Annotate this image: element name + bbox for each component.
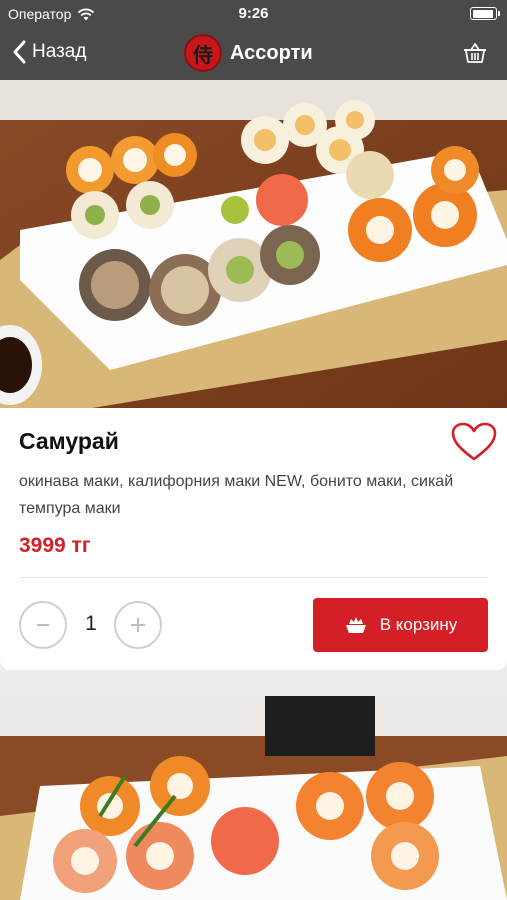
product-price: 3999 тг	[19, 534, 91, 557]
minus-icon	[37, 624, 49, 626]
basket-icon	[464, 43, 486, 63]
heart-icon	[451, 422, 497, 461]
add-to-cart-label: В корзину	[379, 615, 458, 634]
battery-icon	[470, 7, 500, 20]
back-chevron-icon	[13, 40, 26, 64]
page-title: Ассорти	[230, 41, 313, 64]
quantity-value: 1	[85, 612, 97, 635]
logo-glyph: 侍	[193, 42, 213, 67]
nav-title-group: 侍 Ассорти	[184, 34, 313, 72]
divider	[19, 577, 488, 578]
favorite-button[interactable]	[451, 422, 497, 467]
product-card: Самурай окинава маки, калифорния маки NE…	[0, 408, 507, 670]
back-label: Назад	[32, 41, 87, 62]
next-product-photo	[0, 696, 507, 900]
add-to-cart-button[interactable]: В корзину	[313, 598, 488, 652]
decrease-quantity-button[interactable]	[19, 601, 67, 649]
product-description: окинава маки, калифорния маки NEW, бонит…	[19, 473, 454, 517]
navigation-bar: Назад 侍 Ассорти	[0, 28, 507, 80]
status-bar: Оператор 9:26	[0, 0, 507, 28]
product-photo	[0, 80, 507, 408]
product-name: Самурай	[19, 428, 119, 454]
brand-logo: 侍	[184, 34, 222, 72]
cart-button[interactable]	[463, 42, 487, 69]
plus-icon	[131, 618, 145, 632]
sushi-boat-icon	[345, 617, 366, 633]
clock: 9:26	[238, 5, 269, 22]
increase-quantity-button[interactable]	[114, 601, 162, 649]
back-button[interactable]: Назад	[12, 40, 86, 64]
